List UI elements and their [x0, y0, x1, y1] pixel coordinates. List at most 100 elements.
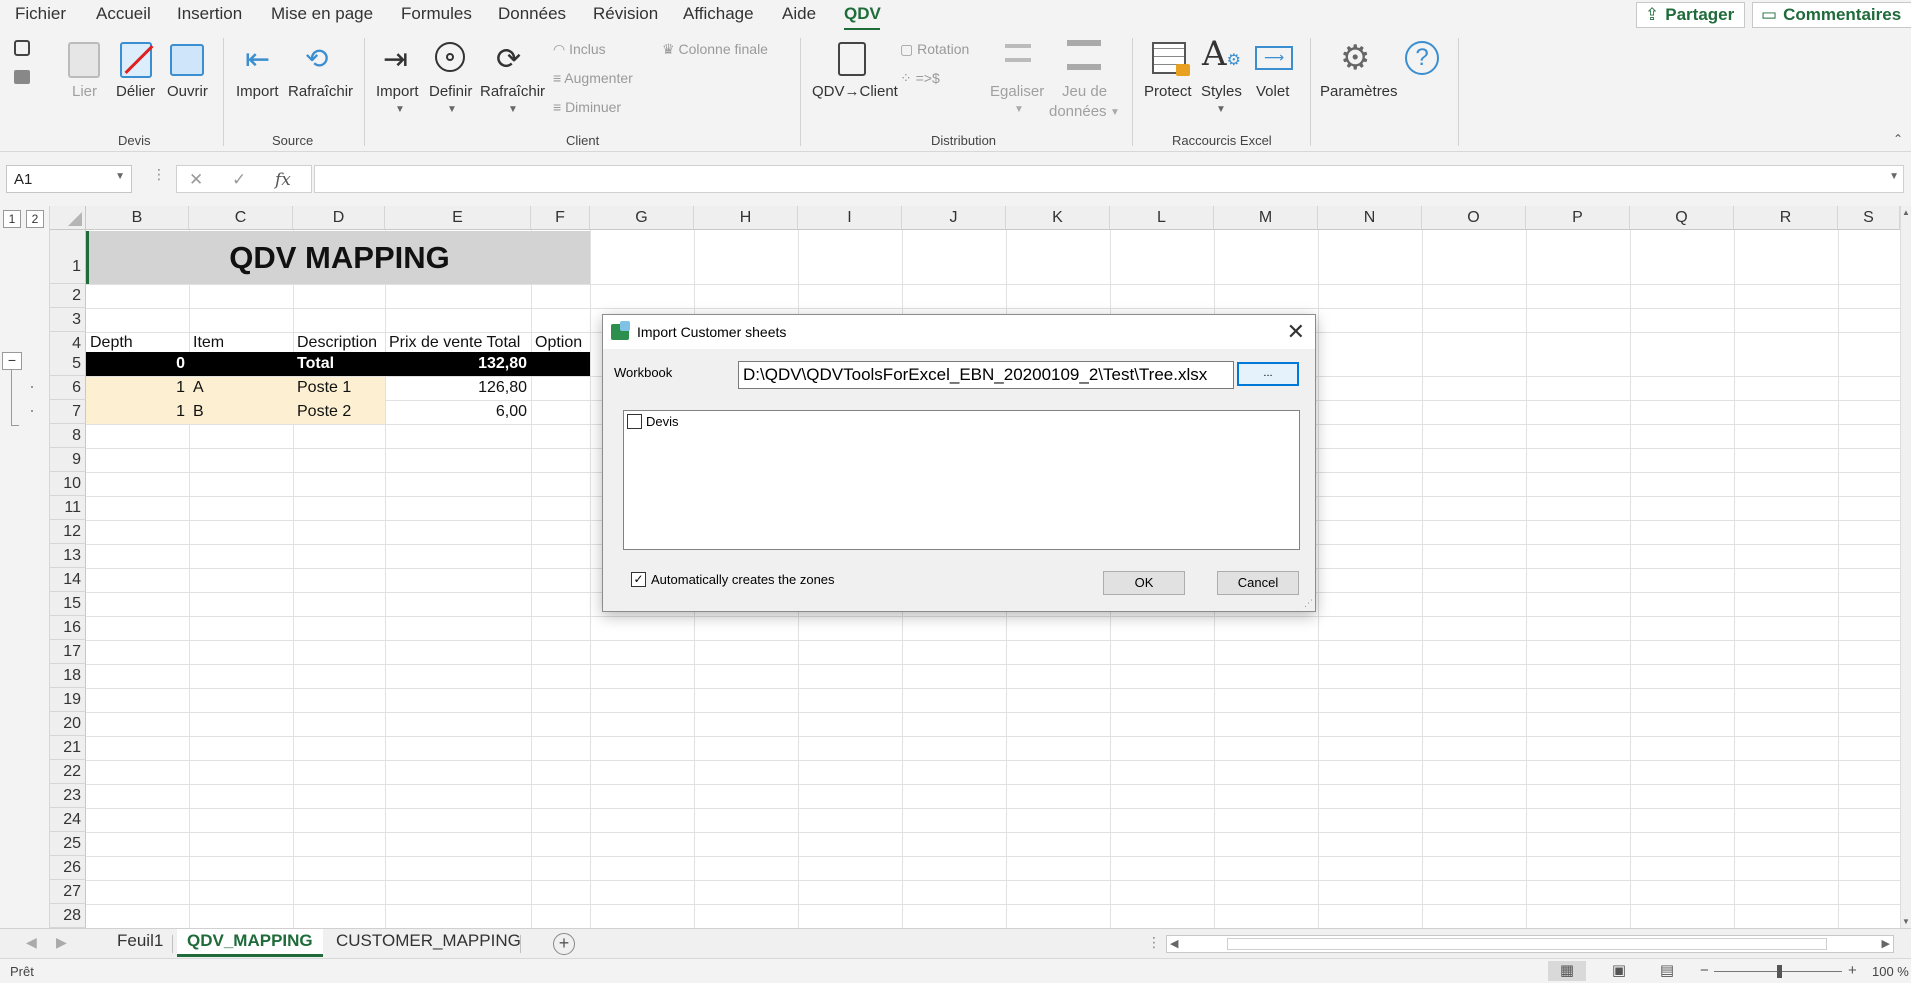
- cube-icon[interactable]: [14, 40, 30, 56]
- cell-depth[interactable]: 1: [86, 403, 189, 421]
- menu-fichier[interactable]: Fichier: [15, 4, 66, 24]
- confirm-formula-icon[interactable]: ✓: [232, 170, 246, 190]
- column-header-c[interactable]: C: [189, 206, 293, 230]
- row-header-7[interactable]: 7: [50, 400, 86, 424]
- column-header-m[interactable]: M: [1214, 206, 1318, 230]
- row-header-2[interactable]: 2: [50, 284, 86, 308]
- row-header-18[interactable]: 18: [50, 664, 86, 688]
- column-header-s[interactable]: S: [1838, 206, 1900, 230]
- header-description[interactable]: Description: [293, 334, 381, 352]
- row-header-1[interactable]: 1: [50, 230, 86, 284]
- row-header-9[interactable]: 9: [50, 448, 86, 472]
- column-header-r[interactable]: R: [1734, 206, 1838, 230]
- row-header-27[interactable]: 27: [50, 880, 86, 904]
- row-header-14[interactable]: 14: [50, 568, 86, 592]
- inclus-button[interactable]: ◠ Inclus: [553, 41, 606, 58]
- page-break-view-icon[interactable]: ▤: [1648, 961, 1686, 981]
- help-icon[interactable]: ?: [1405, 41, 1439, 75]
- row-header-20[interactable]: 20: [50, 712, 86, 736]
- column-header-o[interactable]: O: [1422, 206, 1526, 230]
- expand-formula-icon[interactable]: ▼: [1889, 171, 1899, 182]
- formula-input[interactable]: ▼: [314, 165, 1904, 193]
- sheet-checkbox-devis[interactable]: [627, 414, 642, 429]
- outline-level-2-button[interactable]: 2: [26, 210, 44, 228]
- parametres-button[interactable]: Paramètres: [1320, 83, 1398, 100]
- header-depth[interactable]: Depth: [86, 334, 137, 352]
- row-header-15[interactable]: 15: [50, 592, 86, 616]
- column-header-j[interactable]: J: [902, 206, 1006, 230]
- menu-donnees[interactable]: Données: [498, 4, 566, 24]
- row-header-26[interactable]: 26: [50, 856, 86, 880]
- cell-description[interactable]: Total: [293, 355, 338, 373]
- horizontal-scrollbar[interactable]: ◀ ▶: [1166, 935, 1894, 953]
- add-sheet-button[interactable]: +: [553, 933, 575, 955]
- column-header-b[interactable]: B: [86, 206, 189, 230]
- column-header-l[interactable]: L: [1110, 206, 1214, 230]
- workbook-path-input[interactable]: D:\QDV\QDVToolsForExcel_EBN_20200109_2\T…: [738, 361, 1234, 389]
- insert-function-icon[interactable]: fx: [275, 170, 291, 190]
- cancel-formula-icon[interactable]: ✕: [189, 170, 203, 190]
- zoom-in-icon[interactable]: +: [1848, 962, 1857, 979]
- cell-description[interactable]: Poste 2: [293, 403, 355, 421]
- menu-mise-en-page[interactable]: Mise en page: [271, 4, 373, 24]
- page-layout-view-icon[interactable]: ▣: [1600, 961, 1638, 981]
- augmenter-button[interactable]: ≡ Augmenter: [553, 70, 633, 86]
- row-header-25[interactable]: 25: [50, 832, 86, 856]
- cancel-button[interactable]: Cancel: [1217, 571, 1299, 595]
- cell-prix[interactable]: 126,80: [385, 379, 531, 397]
- row-header-5[interactable]: 5: [50, 352, 86, 376]
- row-header-8[interactable]: 8: [50, 424, 86, 448]
- name-box[interactable]: A1 ▼: [6, 165, 132, 193]
- close-icon[interactable]: ✕: [1287, 319, 1305, 345]
- menu-affichage[interactable]: Affichage: [683, 4, 754, 24]
- sheet-checklist[interactable]: Devis: [623, 410, 1300, 550]
- header-item[interactable]: Item: [189, 334, 228, 352]
- menu-revision[interactable]: Révision: [593, 4, 658, 24]
- zoom-out-icon[interactable]: −: [1700, 962, 1709, 979]
- source-import-button[interactable]: Import: [236, 83, 279, 100]
- presentation-icon[interactable]: [14, 70, 30, 84]
- header-prix[interactable]: Prix de vente Total: [385, 334, 531, 352]
- auto-zones-label[interactable]: Automatically creates the zones: [651, 572, 835, 587]
- volet-button[interactable]: Volet: [1256, 83, 1289, 100]
- sheet-label-devis[interactable]: Devis: [646, 414, 679, 429]
- scroll-down-icon[interactable]: ▼: [1902, 917, 1910, 926]
- qdv-client-button[interactable]: QDV→Client: [812, 83, 898, 100]
- row-header-11[interactable]: 11: [50, 496, 86, 520]
- comments-button[interactable]: ▭ Commentaires: [1752, 2, 1911, 28]
- column-header-p[interactable]: P: [1526, 206, 1630, 230]
- row-header-3[interactable]: 3: [50, 308, 86, 332]
- sheet-tab-qdv-mapping[interactable]: QDV_MAPPING: [177, 929, 323, 957]
- column-header-e[interactable]: E: [385, 206, 531, 230]
- column-header-i[interactable]: I: [798, 206, 902, 230]
- vertical-scrollbar[interactable]: ▲ ▼: [1900, 206, 1911, 928]
- jeu-de-donnees-line1[interactable]: Jeu de: [1062, 83, 1107, 100]
- scroll-right-icon[interactable]: ▶: [1882, 937, 1890, 950]
- sheet-tab-feuil1[interactable]: Feuil1: [107, 929, 173, 957]
- normal-view-icon[interactable]: ▦: [1548, 961, 1586, 981]
- jeu-de-donnees-line2[interactable]: données: [1049, 103, 1107, 120]
- distribute-button[interactable]: ⁘ =>$: [900, 70, 940, 87]
- diminuer-button[interactable]: ≡ Diminuer: [553, 99, 621, 115]
- row-header-16[interactable]: 16: [50, 616, 86, 640]
- column-header-k[interactable]: K: [1006, 206, 1110, 230]
- cell-item[interactable]: B: [189, 403, 208, 421]
- cell-description[interactable]: Poste 1: [293, 379, 355, 397]
- row-header-13[interactable]: 13: [50, 544, 86, 568]
- column-header-d[interactable]: D: [293, 206, 385, 230]
- sheet-tab-customer-mapping[interactable]: CUSTOMER_MAPPING: [326, 929, 531, 957]
- colonne-finale-button[interactable]: ♛ Colonne finale: [662, 41, 768, 58]
- collapse-ribbon-icon[interactable]: ⌃: [1893, 132, 1903, 146]
- column-header-q[interactable]: Q: [1630, 206, 1734, 230]
- protect-button[interactable]: Protect: [1144, 83, 1192, 100]
- cell-depth[interactable]: 1: [86, 379, 189, 397]
- menu-accueil[interactable]: Accueil: [96, 4, 151, 24]
- client-import-button[interactable]: Import: [376, 83, 419, 100]
- delier-button[interactable]: Délier: [116, 83, 155, 100]
- cell-item[interactable]: A: [189, 379, 208, 397]
- client-rafraichir-button[interactable]: Rafraîchir: [480, 83, 545, 100]
- next-sheet-icon[interactable]: ▶: [56, 934, 67, 951]
- cell-prix[interactable]: 6,00: [385, 403, 531, 421]
- ouvrir-button[interactable]: Ouvrir: [167, 83, 208, 100]
- rotation-button[interactable]: ▢ Rotation: [900, 41, 969, 58]
